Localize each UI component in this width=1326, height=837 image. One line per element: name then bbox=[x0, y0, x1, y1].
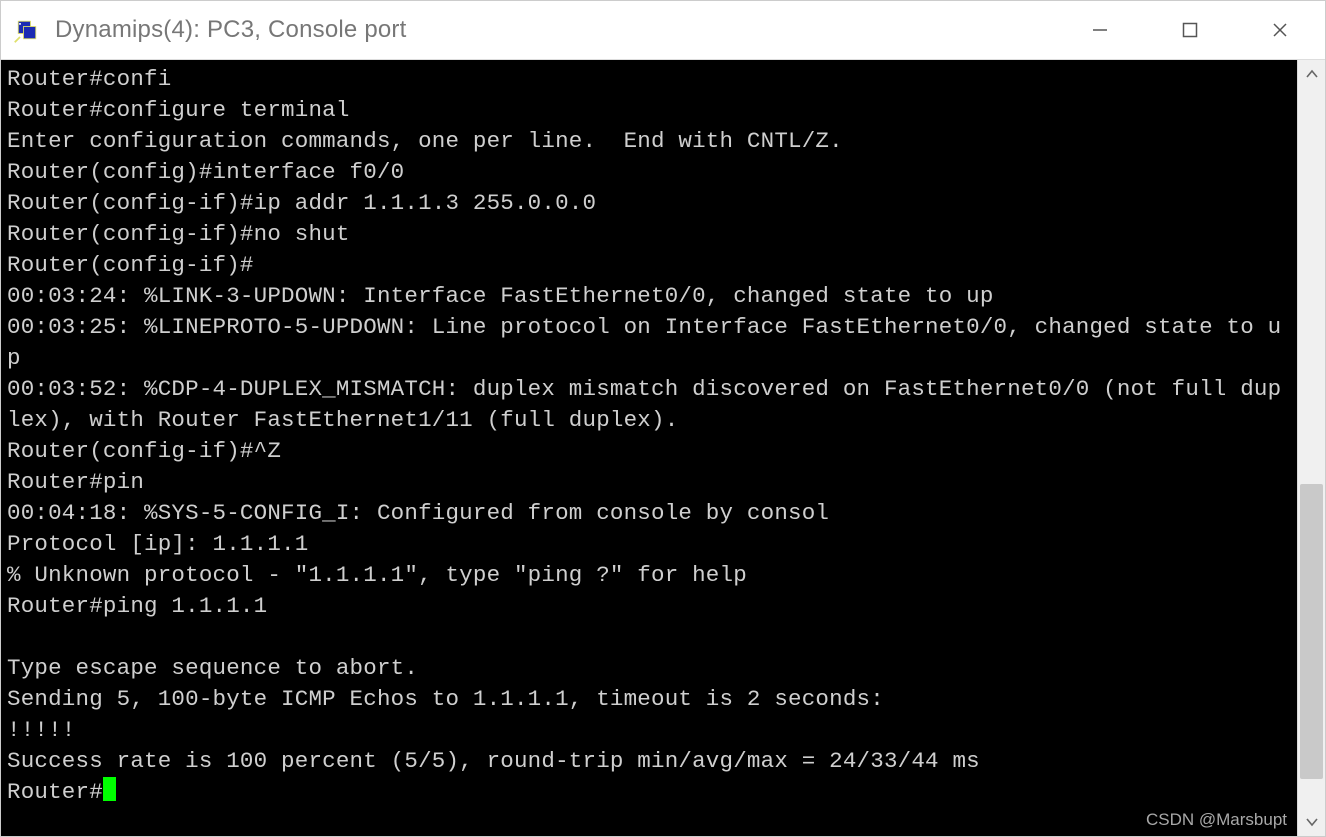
vertical-scrollbar[interactable] bbox=[1297, 60, 1325, 836]
client-area: Router#confi Router#configure terminal E… bbox=[1, 59, 1325, 836]
window-title: Dynamips(4): PC3, Console port bbox=[55, 16, 1055, 44]
minimize-button[interactable] bbox=[1055, 1, 1145, 59]
maximize-icon bbox=[1181, 21, 1199, 39]
window-root: Dynamips(4): PC3, Console port Router#co… bbox=[0, 0, 1326, 837]
cursor-block bbox=[103, 777, 116, 801]
putty-icon bbox=[13, 16, 41, 44]
scroll-up-arrow-icon[interactable] bbox=[1298, 60, 1326, 88]
window-controls bbox=[1055, 1, 1325, 59]
minimize-icon bbox=[1091, 21, 1109, 39]
terminal-output[interactable]: Router#confi Router#configure terminal E… bbox=[1, 60, 1297, 836]
scroll-down-arrow-icon[interactable] bbox=[1298, 808, 1326, 836]
scrollbar-thumb[interactable] bbox=[1300, 484, 1323, 779]
title-bar[interactable]: Dynamips(4): PC3, Console port bbox=[1, 1, 1325, 59]
maximize-button[interactable] bbox=[1145, 1, 1235, 59]
close-icon bbox=[1271, 21, 1289, 39]
close-button[interactable] bbox=[1235, 1, 1325, 59]
